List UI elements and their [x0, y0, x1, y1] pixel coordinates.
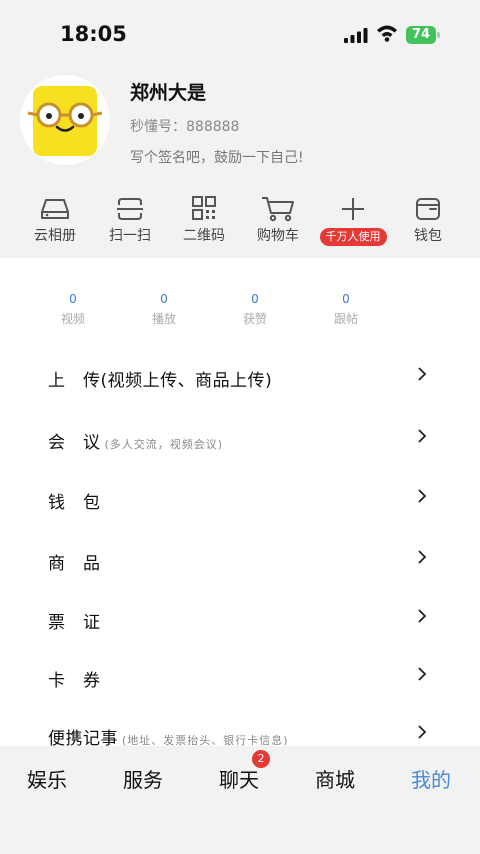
menu-item-coupons[interactable]: 卡 券 — [0, 658, 480, 698]
tab-entertainment[interactable]: 娱乐 — [12, 764, 82, 793]
battery-indicator: 74 — [406, 26, 440, 44]
cart-icon — [262, 197, 294, 222]
content-panel: 0 视频 0 播放 0 获赞 0 跟帖 上 传(视频上传、商品上传) 会 议 (多… — [0, 258, 480, 746]
stat-label: 跟帖 — [333, 312, 358, 326]
stat-value: 0 — [251, 292, 259, 306]
stat-label: 视频 — [60, 312, 85, 326]
stat-label: 获赞 — [242, 312, 267, 326]
tool-label: 钱包 — [414, 228, 442, 244]
tool-row: 云相册 扫一扫 二维码 购物车 千万人使用 钱包 — [0, 192, 480, 258]
menu-label-text: 钱 包 — [48, 493, 101, 513]
chat-unread-badge: 2 — [252, 750, 270, 768]
tab-chat[interactable]: 聊天 — [204, 764, 274, 793]
tab-mall[interactable]: 商城 — [300, 764, 370, 793]
chevron-right-icon — [418, 367, 427, 381]
stat-value: 0 — [69, 292, 77, 306]
menu-label: 会 议 (多人交流，视频会议) — [48, 428, 223, 453]
menu-label: 上 传(视频上传、商品上传) — [48, 366, 272, 391]
glasses-face-icon — [27, 86, 103, 156]
menu-label: 便携记事 (地址、发票抬头、银行卡信息) — [48, 724, 289, 746]
tool-scan[interactable]: 扫一扫 — [90, 192, 170, 245]
tool-cloud-album[interactable]: 云相册 — [15, 192, 95, 245]
status-time: 18:05 — [60, 22, 127, 46]
tool-wallet[interactable]: 钱包 — [388, 192, 468, 245]
signature[interactable]: 写个签名吧，鼓励一下自己! — [130, 147, 304, 167]
scan-icon — [117, 198, 143, 220]
menu-label-text: 便携记事 — [48, 729, 118, 746]
menu-label-text: 会 议 — [48, 433, 101, 453]
user-id-row: 秒懂号：888888 — [130, 116, 239, 136]
menu-label-text: 票 证 — [48, 613, 101, 633]
signal-icon — [344, 28, 368, 43]
stat-label: 播放 — [151, 312, 176, 326]
menu-label-text: 上 传(视频上传、商品上传) — [48, 371, 273, 391]
menu-item-goods[interactable]: 商 品 — [0, 541, 480, 581]
user-id-value: 888888 — [186, 119, 240, 135]
chevron-right-icon — [418, 667, 427, 681]
status-bar: 18:05 74 — [0, 0, 480, 70]
tool-label: 云相册 — [34, 228, 76, 244]
stat-plays[interactable]: 0 播放 — [134, 292, 194, 327]
menu-label: 票 证 — [48, 608, 101, 633]
wifi-icon — [377, 25, 397, 42]
menu-item-meeting[interactable]: 会 议 (多人交流，视频会议) — [0, 420, 480, 460]
menu-label-text: 商 品 — [48, 554, 101, 574]
battery-tip — [437, 32, 440, 38]
menu-item-notes[interactable]: 便携记事 (地址、发票抬头、银行卡信息) — [0, 716, 480, 746]
menu-item-wallet[interactable]: 钱 包 — [0, 480, 480, 520]
bottom-tab-bar: 娱乐 服务 聊天 2 商城 我的 — [0, 746, 480, 810]
wallet-icon — [416, 198, 440, 220]
menu-label: 商 品 — [48, 549, 101, 574]
battery-level: 74 — [406, 26, 436, 44]
chevron-right-icon — [418, 725, 427, 739]
chevron-right-icon — [418, 489, 427, 503]
chevron-right-icon — [418, 609, 427, 623]
stat-likes[interactable]: 0 获赞 — [225, 292, 285, 327]
stat-videos[interactable]: 0 视频 — [43, 292, 103, 327]
stat-value: 0 — [160, 292, 168, 306]
menu-sub: (地址、发票抬头、银行卡信息) — [122, 734, 289, 746]
chevron-right-icon — [418, 429, 427, 443]
avatar[interactable] — [20, 75, 110, 165]
menu-sub: (多人交流，视频会议) — [104, 438, 224, 451]
menu-label-text: 卡 券 — [48, 671, 101, 691]
menu-label: 钱 包 — [48, 488, 101, 513]
tool-qr-code[interactable]: 二维码 — [164, 192, 244, 245]
qr-code-icon — [192, 196, 216, 220]
menu-label: 卡 券 — [48, 666, 101, 691]
chevron-right-icon — [418, 550, 427, 564]
tool-label: 扫一扫 — [109, 228, 151, 244]
menu-item-upload[interactable]: 上 传(视频上传、商品上传) — [0, 358, 480, 398]
cloud-album-icon — [41, 199, 69, 219]
promo-badge: 千万人使用 — [319, 228, 387, 246]
user-id-label: 秒懂号： — [130, 119, 186, 135]
menu-item-tickets[interactable]: 票 证 — [0, 600, 480, 640]
tab-services[interactable]: 服务 — [108, 764, 178, 793]
tool-label: 二维码 — [183, 228, 225, 244]
tool-label: 购物车 — [257, 228, 299, 244]
stat-value: 0 — [342, 292, 350, 306]
tab-mine[interactable]: 我的 — [396, 764, 466, 793]
stat-comments[interactable]: 0 跟帖 — [316, 292, 376, 327]
plus-icon — [342, 198, 364, 220]
tool-more[interactable]: 千万人使用 — [313, 192, 393, 246]
username: 郑州大是 — [130, 82, 207, 104]
tool-cart[interactable]: 购物车 — [238, 192, 318, 245]
